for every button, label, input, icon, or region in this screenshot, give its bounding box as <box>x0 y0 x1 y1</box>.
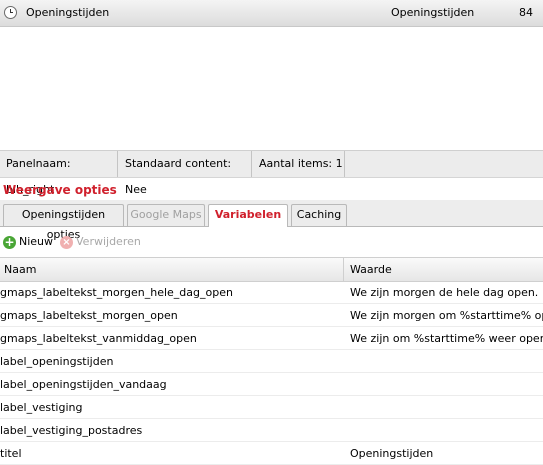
panel-count: 84 <box>519 6 533 19</box>
tab-bar: Openingstijden opties Google Maps Variab… <box>0 200 543 241</box>
cell-name: gmaps_labeltekst_morgen_open <box>0 309 178 322</box>
cell-name: gmaps_labeltekst_vanmiddag_open <box>0 332 197 345</box>
panel-list-row[interactable]: Openingstijden Openingstijden 84 <box>0 0 543 27</box>
tab-variabelen[interactable]: Variabelen <box>208 204 288 227</box>
table-row[interactable]: label_openingstijden <box>0 350 543 373</box>
panel-name-info: Panelnaam: blh_right <box>0 151 118 196</box>
grid-body: gmaps_labeltekst_morgen_hele_dag_open We… <box>0 281 543 465</box>
panel-name: Openingstijden <box>26 6 110 19</box>
table-row[interactable]: label_vestiging_postadres <box>0 419 543 442</box>
cell-value: We zijn om %starttime% weer open. <box>350 332 543 345</box>
table-row[interactable]: label_openingstijden_vandaag <box>0 373 543 396</box>
delete-button: × Verwijderen <box>60 234 141 250</box>
item-count-info: Aantal items: 1 <box>253 151 345 177</box>
section-title: Weergave opties <box>3 183 117 197</box>
cell-value: We zijn morgen de hele dag open. <box>350 286 539 299</box>
table-row[interactable]: gmaps_labeltekst_morgen_hele_dag_open We… <box>0 281 543 304</box>
tab-caching[interactable]: Caching <box>291 204 347 226</box>
panel-info-bar: Panelnaam: blh_right Standaard content: … <box>0 150 543 196</box>
table-row[interactable]: gmaps_labeltekst_morgen_open We zijn mor… <box>0 304 543 327</box>
grid-header: Naam Waarde <box>0 257 543 282</box>
new-button-label: Nieuw <box>19 235 54 248</box>
cell-value: We zijn morgen om %starttime% open. <box>350 309 543 322</box>
tab-google-maps: Google Maps <box>127 204 205 226</box>
toolbar: + Nieuw × Verwijderen <box>0 229 543 255</box>
tab-openingstijden-opties[interactable]: Openingstijden opties <box>3 204 124 241</box>
new-button[interactable]: + Nieuw <box>3 234 53 250</box>
delete-button-label: Verwijderen <box>76 235 141 248</box>
table-row[interactable]: gmaps_labeltekst_vanmiddag_open We zijn … <box>0 327 543 350</box>
table-row[interactable]: titel Openingstijden <box>0 442 543 465</box>
cell-name: titel <box>0 447 22 460</box>
cell-name: label_openingstijden <box>0 355 114 368</box>
cell-name: gmaps_labeltekst_morgen_hele_dag_open <box>0 286 233 299</box>
cell-name: label_vestiging_postadres <box>0 424 143 437</box>
delete-icon: × <box>60 235 73 249</box>
cell-value: Openingstijden <box>350 447 434 460</box>
table-row[interactable]: label_vestiging <box>0 396 543 419</box>
clock-icon <box>4 6 17 19</box>
standard-content-info: Standaard content: Nee <box>119 151 252 196</box>
cell-name: label_vestiging <box>0 401 83 414</box>
column-header-value[interactable]: Waarde <box>343 258 392 281</box>
cell-name: label_openingstijden_vandaag <box>0 378 167 391</box>
column-header-name[interactable]: Naam <box>4 263 36 276</box>
panel-content: Openingstijden <box>391 6 475 19</box>
plus-icon: + <box>3 234 16 249</box>
